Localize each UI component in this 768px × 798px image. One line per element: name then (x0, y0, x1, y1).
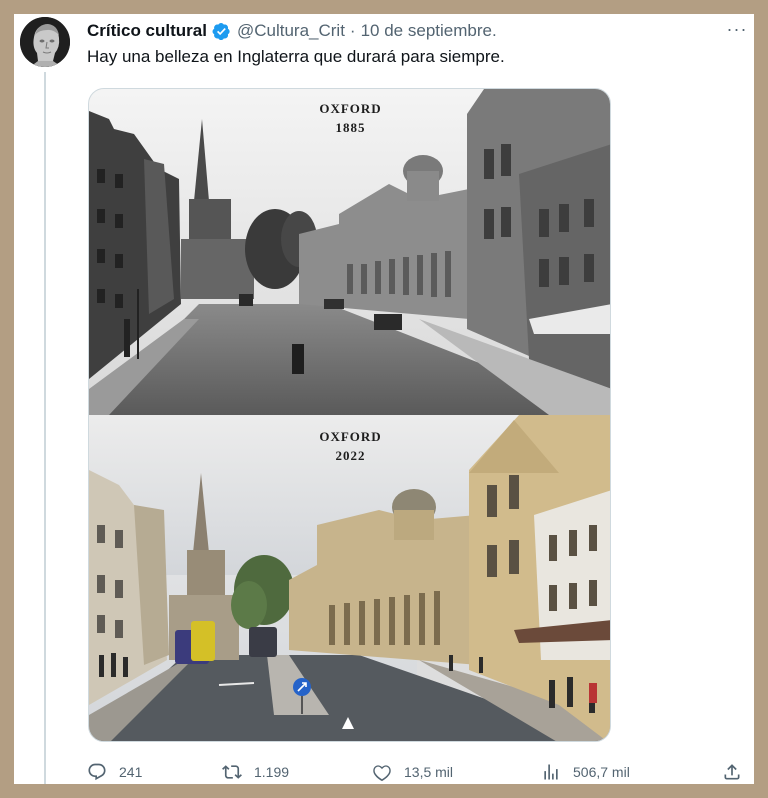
tweet-date[interactable]: 10 de septiembre. (361, 21, 497, 41)
avatar-image (20, 17, 70, 67)
retweet-count: 1.199 (254, 764, 290, 780)
tweet-media[interactable]: OXFORD 1885 OXFORD 2022 (88, 88, 611, 742)
tweet-card: Crítico cultural @Cultura_Crit · 10 de s… (14, 14, 754, 784)
more-icon[interactable]: ··· (722, 14, 752, 44)
views-button[interactable]: 506,7 mil (541, 760, 630, 784)
reply-icon (88, 763, 106, 781)
like-icon (373, 765, 391, 782)
caption-city-1885: OXFORD (319, 101, 382, 116)
photo-oxford-1885-image (89, 89, 610, 415)
views-icon (544, 764, 558, 780)
photo-oxford-2022[interactable]: OXFORD 2022 (89, 415, 610, 741)
share-icon (724, 764, 740, 780)
reply-count: 241 (119, 764, 143, 780)
reply-button[interactable]: 241 (87, 760, 142, 784)
like-count: 13,5 mil (404, 764, 454, 780)
caption-year-1885: 1885 (335, 120, 366, 135)
retweet-button[interactable]: 1.199 (222, 760, 289, 784)
photo-oxford-1885[interactable]: OXFORD 1885 (89, 89, 610, 415)
avatar[interactable] (20, 17, 70, 67)
caption-year-2022: 2022 (335, 448, 366, 463)
caption-city-2022: OXFORD (319, 429, 382, 444)
tweet-text: Hay una belleza en Inglaterra que durará… (87, 47, 505, 66)
photo-caption-2022: OXFORD 2022 (89, 427, 610, 465)
thread-line (44, 72, 46, 784)
author-name[interactable]: Crítico cultural (87, 21, 207, 41)
retweet-icon (222, 765, 242, 779)
photo-caption-1885: OXFORD 1885 (89, 99, 610, 137)
author-handle[interactable]: @Cultura_Crit (237, 21, 345, 41)
share-button[interactable] (722, 760, 742, 784)
header-separator: · (349, 21, 356, 40)
verified-badge-icon (212, 22, 231, 41)
tweet-actions: 241 1.199 13,5 mil 506,7 mil (87, 760, 747, 784)
like-button[interactable]: 13,5 mil (372, 760, 453, 784)
tweet-header: Crítico cultural @Cultura_Crit · 10 de s… (87, 20, 744, 42)
view-count: 506,7 mil (573, 764, 630, 780)
